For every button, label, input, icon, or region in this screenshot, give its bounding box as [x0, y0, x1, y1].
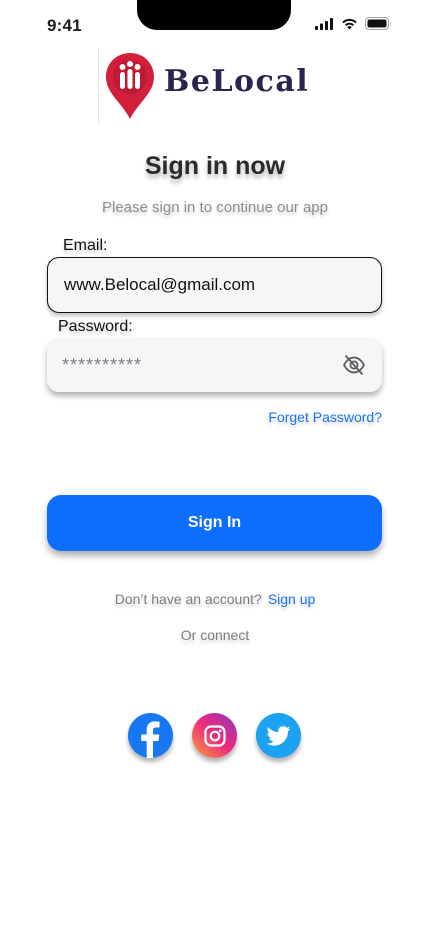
instagram-icon [203, 724, 226, 747]
brand-wordmark: BeLocal [164, 64, 310, 99]
device-notch [137, 0, 291, 30]
facebook-icon [141, 721, 160, 758]
cellular-signal-icon [315, 17, 333, 30]
battery-icon [365, 17, 391, 30]
password-label: Password: [58, 318, 133, 335]
wifi-icon [342, 18, 357, 29]
account-question: Don’t have an account? [114, 591, 262, 607]
page-title: Sign in now [144, 152, 286, 180]
signup-prompt: Don’t have an account? Sign up [0, 591, 430, 607]
or-connect-text: Or connect [180, 627, 250, 643]
sign-in-button[interactable]: Sign In [47, 495, 382, 551]
twitter-button[interactable] [256, 713, 301, 758]
email-field[interactable]: www.Belocal@gmail.com [47, 257, 382, 313]
page-subtitle: Please sign in to continue our app [102, 199, 328, 216]
password-field[interactable]: ********** [47, 338, 382, 392]
eye-off-icon[interactable] [342, 354, 366, 381]
status-icons [315, 17, 392, 30]
instagram-button[interactable] [192, 713, 237, 758]
twitter-icon [266, 725, 290, 746]
logo-divider [98, 48, 99, 124]
forgot-password-link[interactable]: Forget Password? [268, 409, 382, 425]
password-value: ********** [62, 354, 143, 375]
email-label: Email: [63, 237, 108, 254]
sign-up-link[interactable]: Sign up [268, 591, 315, 607]
status-time: 9:41 [47, 16, 82, 35]
facebook-button[interactable] [128, 713, 173, 758]
email-value: www.Belocal@gmail.com [64, 275, 256, 294]
belocal-pin-logo-icon [104, 51, 156, 126]
